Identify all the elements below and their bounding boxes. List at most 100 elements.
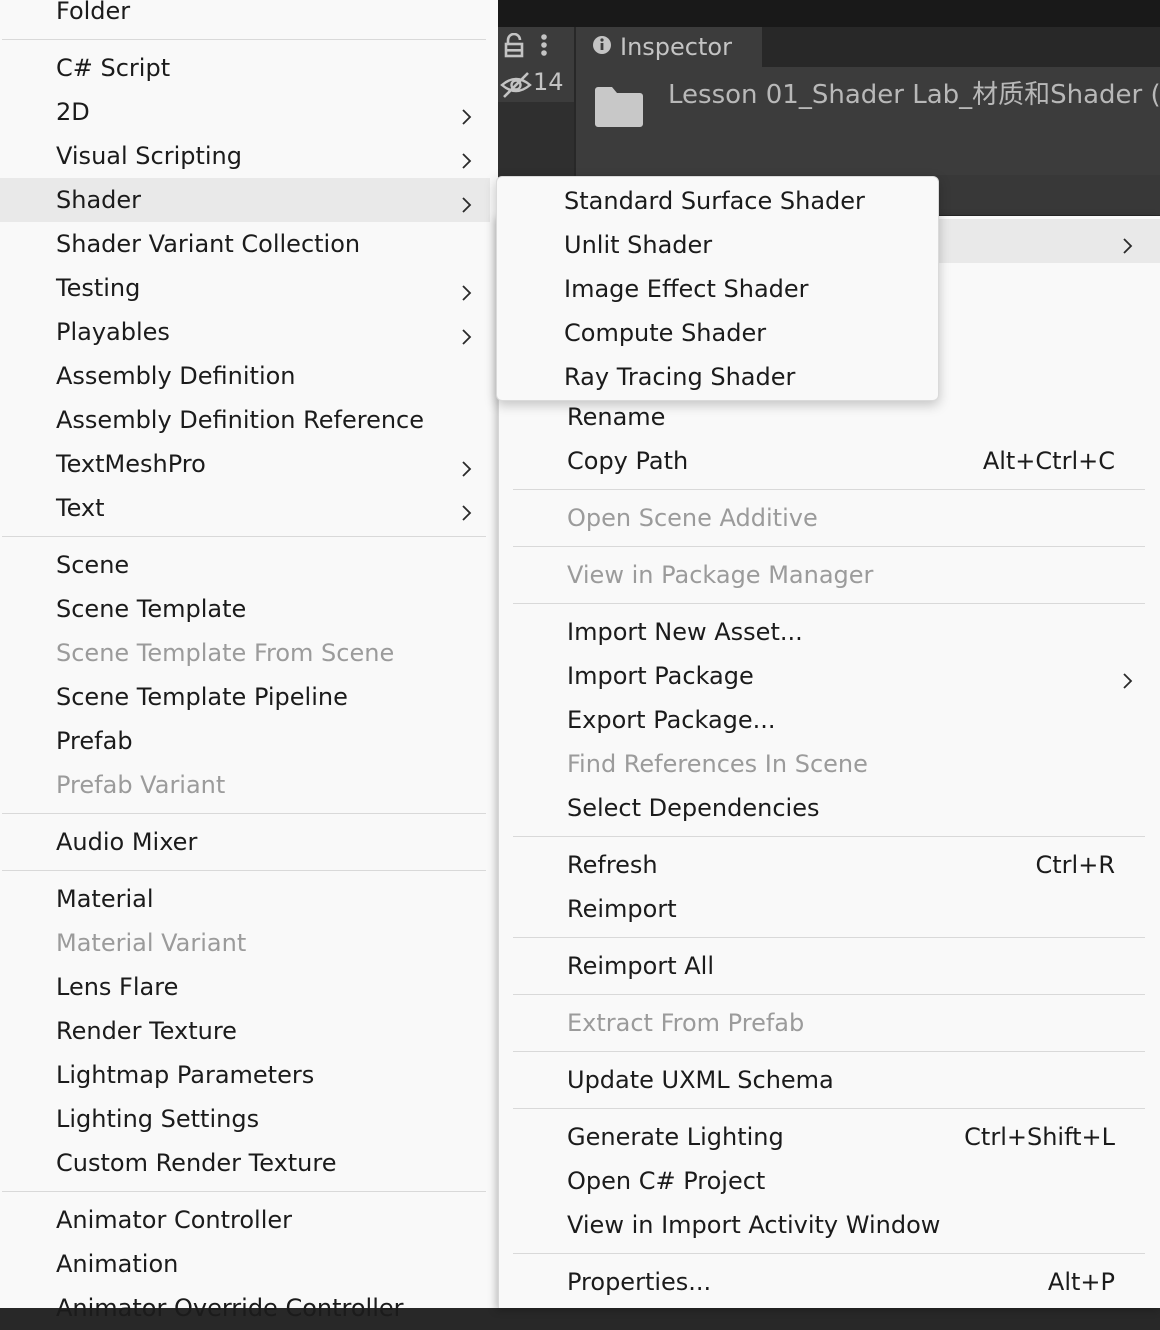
tab-inspector[interactable]: Inspector <box>576 27 762 67</box>
menu-item-custom-render-texture[interactable]: Custom Render Texture <box>0 1141 490 1185</box>
hidden-eye-icon[interactable] <box>500 71 532 103</box>
menu-item-testing[interactable]: Testing <box>0 266 490 310</box>
menu-item-open-c-project[interactable]: Open C# Project <box>499 1159 1160 1203</box>
menu-item-label: Refresh <box>567 851 658 879</box>
menu-item-label: Lighting Settings <box>56 1105 260 1133</box>
chevron-right-icon <box>461 192 473 220</box>
menu-item-unlit-shader[interactable]: Unlit Shader <box>497 223 938 267</box>
menu-item-lighting-settings[interactable]: Lighting Settings <box>0 1097 490 1141</box>
hidden-count: 14 <box>533 68 564 96</box>
kebab-menu-icon[interactable] <box>538 33 550 63</box>
menu-item-import-package[interactable]: Import Package <box>499 654 1160 698</box>
menu-item-image-effect-shader[interactable]: Image Effect Shader <box>497 267 938 311</box>
menu-item-copy-path[interactable]: Copy Path Alt+Ctrl+C <box>499 439 1160 483</box>
menu-item-label: Material <box>56 885 154 913</box>
menu-item-visual-scripting[interactable]: Visual Scripting <box>0 134 490 178</box>
menu-item-label: Scene Template Pipeline <box>56 683 348 711</box>
menu-item-shortcut: Ctrl+R <box>1035 851 1116 879</box>
shader-submenu: Standard Surface Shader Unlit Shader Image… <box>496 176 939 401</box>
editor-top-strip <box>498 0 1160 27</box>
menu-item-label: Export Package... <box>567 706 776 734</box>
menu-separator <box>2 1191 486 1192</box>
chevron-right-icon <box>461 104 473 132</box>
menu-item-audio-mixer[interactable]: Audio Mixer <box>0 820 490 864</box>
menu-item-render-texture[interactable]: Render Texture <box>0 1009 490 1053</box>
menu-separator <box>513 1108 1145 1109</box>
chevron-right-icon <box>461 324 473 352</box>
menu-item-select-dependencies[interactable]: Select Dependencies <box>499 786 1160 830</box>
menu-item-import-new-asset[interactable]: Import New Asset... <box>499 610 1160 654</box>
menu-item-c-script[interactable]: C# Script <box>0 46 490 90</box>
menu-item-folder[interactable]: Folder <box>0 0 490 33</box>
menu-item-lightmap-parameters[interactable]: Lightmap Parameters <box>0 1053 490 1097</box>
folder-icon <box>594 86 644 132</box>
menu-item-text[interactable]: Text <box>0 486 490 530</box>
menu-item-lens-flare[interactable]: Lens Flare <box>0 965 490 1009</box>
menu-separator <box>513 836 1145 837</box>
menu-item-reimport[interactable]: Reimport <box>499 887 1160 931</box>
info-icon <box>592 35 612 59</box>
inspector-tab-label: Inspector <box>620 33 732 61</box>
menu-item-label: Update UXML Schema <box>567 1066 834 1094</box>
menu-item-standard-surface-shader[interactable]: Standard Surface Shader <box>497 179 938 223</box>
menu-item-reimport-all[interactable]: Reimport All <box>499 944 1160 988</box>
menu-item-shader[interactable]: Shader <box>0 178 490 222</box>
menu-item-animator-override-controller[interactable]: Animator Override Controller <box>0 1286 490 1330</box>
menu-item-extract-from-prefab[interactable]: Extract From Prefab <box>499 1001 1160 1045</box>
menu-item-animator-controller[interactable]: Animator Controller <box>0 1198 490 1242</box>
menu-item-assembly-definition[interactable]: Assembly Definition <box>0 354 490 398</box>
menu-item-label: Animator Controller <box>56 1206 293 1234</box>
menu-separator <box>513 994 1145 995</box>
menu-item-label: Folder <box>56 0 131 25</box>
menu-item-label: Assembly Definition <box>56 362 296 390</box>
create-menu: Folder C# Script 2D Visual Scripting Shader S… <box>0 0 498 1322</box>
menu-item-refresh[interactable]: Refresh Ctrl+R <box>499 843 1160 887</box>
menu-item-compute-shader[interactable]: Compute Shader <box>497 311 938 355</box>
menu-separator <box>513 546 1145 547</box>
menu-item-label: Prefab <box>56 727 133 755</box>
menu-item-scene-template-from-scene[interactable]: Scene Template From Scene <box>0 631 490 675</box>
menu-item-update-uxml-schema[interactable]: Update UXML Schema <box>499 1058 1160 1102</box>
menu-item-label: Scene Template <box>56 595 247 623</box>
menu-item-animation[interactable]: Animation <box>0 1242 490 1286</box>
menu-item-label: Open Scene Additive <box>567 504 818 532</box>
menu-item-label: Text <box>56 494 105 522</box>
menu-item-playables[interactable]: Playables <box>0 310 490 354</box>
menu-item-label: Reimport All <box>567 952 714 980</box>
menu-item-textmeshpro[interactable]: TextMeshPro <box>0 442 490 486</box>
chevron-right-icon <box>461 148 473 176</box>
menu-item-scene-template-pipeline[interactable]: Scene Template Pipeline <box>0 675 490 719</box>
menu-separator <box>2 813 486 814</box>
menu-item-label: TextMeshPro <box>56 450 206 478</box>
menu-separator <box>513 1253 1145 1254</box>
menu-item-shortcut: Ctrl+Shift+L <box>964 1123 1115 1151</box>
menu-item-ray-tracing-shader[interactable]: Ray Tracing Shader <box>497 355 938 399</box>
menu-item-generate-lighting[interactable]: Generate Lighting Ctrl+Shift+L <box>499 1115 1160 1159</box>
menu-item-prefab-variant[interactable]: Prefab Variant <box>0 763 490 807</box>
menu-item-label: Generate Lighting <box>567 1123 784 1151</box>
menu-item-prefab[interactable]: Prefab <box>0 719 490 763</box>
menu-item-export-package[interactable]: Export Package... <box>499 698 1160 742</box>
menu-item-scene-template[interactable]: Scene Template <box>0 587 490 631</box>
chevron-right-icon <box>461 280 473 308</box>
menu-item-view-in-import-activity-window[interactable]: View in Import Activity Window <box>499 1203 1160 1247</box>
menu-item-assembly-definition-reference[interactable]: Assembly Definition Reference <box>0 398 490 442</box>
menu-item-label: Render Texture <box>56 1017 237 1045</box>
menu-item-material[interactable]: Material <box>0 877 490 921</box>
menu-item-2d[interactable]: 2D <box>0 90 490 134</box>
menu-item-view-in-package-manager[interactable]: View in Package Manager <box>499 553 1160 597</box>
menu-item-properties[interactable]: Properties... Alt+P <box>499 1260 1160 1304</box>
lock-icon[interactable] <box>503 32 525 63</box>
menu-item-label: Open C# Project <box>567 1167 766 1195</box>
menu-item-find-references-in-scene[interactable]: Find References In Scene <box>499 742 1160 786</box>
menu-item-label: Custom Render Texture <box>56 1149 337 1177</box>
project-toolbar: 14 <box>498 27 574 102</box>
menu-item-shortcut: Alt+Ctrl+C <box>982 447 1115 475</box>
menu-item-rename[interactable]: Rename <box>499 395 1160 439</box>
menu-item-shader-variant-collection[interactable]: Shader Variant Collection <box>0 222 490 266</box>
menu-item-open-scene-additive[interactable]: Open Scene Additive <box>499 496 1160 540</box>
menu-item-material-variant[interactable]: Material Variant <box>0 921 490 965</box>
menu-item-scene[interactable]: Scene <box>0 543 490 587</box>
menu-item-label: Copy Path <box>567 447 689 475</box>
menu-item-label: Testing <box>56 274 141 302</box>
